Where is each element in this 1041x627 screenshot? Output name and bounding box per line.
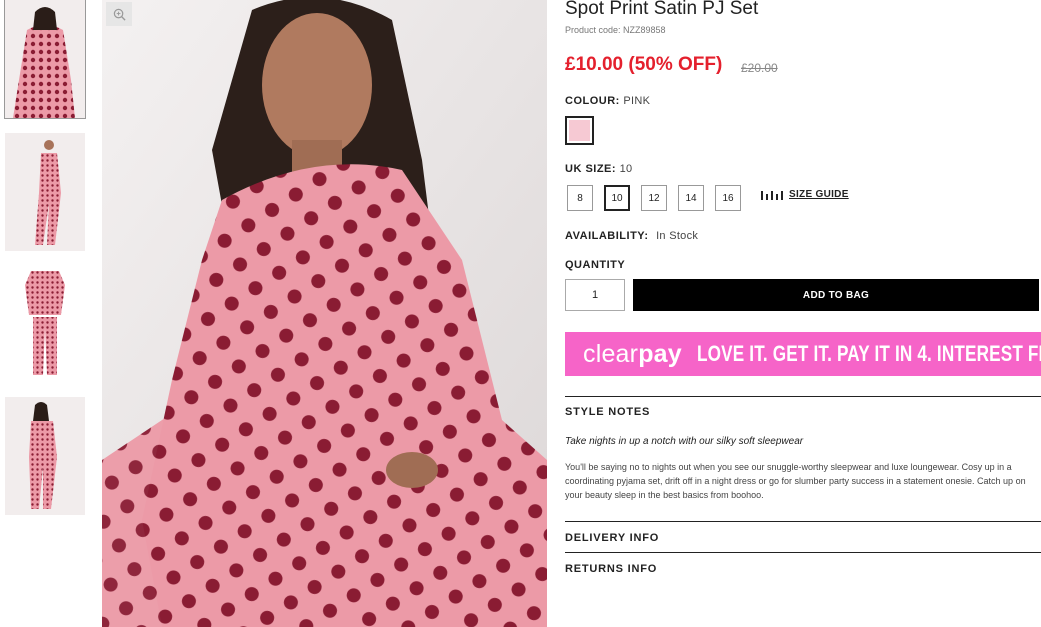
add-to-bag-button[interactable]: ADD TO BAG (633, 279, 1039, 311)
thumbnail-image-2 (5, 133, 85, 251)
zoom-button[interactable] (106, 2, 132, 26)
clearpay-banner[interactable]: clearpay LOVE IT. GET IT. PAY IT IN 4. I… (565, 332, 1041, 376)
size-guide-label: SIZE GUIDE (789, 188, 849, 200)
swatch-fill (569, 120, 590, 141)
availability-label: AVAILABILITY: (565, 230, 649, 242)
style-notes-heading[interactable]: STYLE NOTES (565, 406, 650, 418)
size-option-12[interactable]: 12 (641, 185, 667, 211)
returns-info-heading[interactable]: RETURNS INFO (565, 563, 657, 575)
sale-price: £10.00 (50% OFF) (565, 54, 723, 75)
availability-value: In Stock (656, 230, 699, 242)
thumbnail-4[interactable] (5, 397, 85, 515)
colour-swatch-pink[interactable] (565, 116, 594, 145)
size-guide-link[interactable]: SIZE GUIDE (761, 188, 849, 200)
quantity-input[interactable] (565, 279, 625, 311)
colour-label-text: COLOUR: (565, 95, 620, 107)
size-value: 10 (619, 163, 633, 175)
thumbnail-2[interactable] (5, 133, 85, 251)
main-product-image[interactable] (102, 0, 547, 627)
product-title: Spot Print Satin PJ Set (565, 0, 759, 19)
divider (565, 552, 1041, 553)
thumbnail-1[interactable] (4, 0, 86, 119)
size-option-10[interactable]: 10 (604, 185, 630, 211)
delivery-info-heading[interactable]: DELIVERY INFO (565, 532, 659, 544)
divider (565, 396, 1041, 397)
size-option-8[interactable]: 8 (567, 185, 593, 211)
product-photo (102, 0, 547, 627)
colour-value: PINK (623, 95, 651, 107)
availability: AVAILABILITY: In Stock (565, 230, 698, 242)
product-code: Product code: NZZ89858 (565, 25, 666, 35)
quantity-label: QUANTITY (565, 259, 626, 271)
size-label-text: UK SIZE: (565, 163, 617, 175)
clearpay-tagline: LOVE IT. GET IT. PAY IT IN 4. INTEREST F… (696, 341, 1041, 366)
size-options: 8 10 12 14 16 (567, 185, 752, 211)
size-label: UK SIZE: 10 (565, 163, 632, 175)
style-notes-body: You'll be saying no to nights out when y… (565, 462, 1026, 500)
zoom-in-icon (113, 8, 126, 21)
divider (565, 521, 1041, 522)
size-option-16[interactable]: 16 (715, 185, 741, 211)
ruler-icon (761, 191, 783, 200)
clearpay-logo-light: clear (583, 339, 639, 368)
clearpay-logo: clearpay (583, 340, 682, 369)
thumbnail-image-3 (5, 265, 85, 383)
style-notes-subtitle: Take nights in up a notch with our silky… (565, 436, 804, 447)
size-option-14[interactable]: 14 (678, 185, 704, 211)
clearpay-logo-bold: pay (638, 339, 682, 368)
thumbnail-image-4 (5, 397, 85, 515)
thumbnail-image-1 (5, 0, 85, 118)
thumbnail-3[interactable] (5, 265, 85, 383)
colour-label: COLOUR: PINK (565, 95, 650, 107)
original-price: £20.00 (741, 61, 778, 75)
